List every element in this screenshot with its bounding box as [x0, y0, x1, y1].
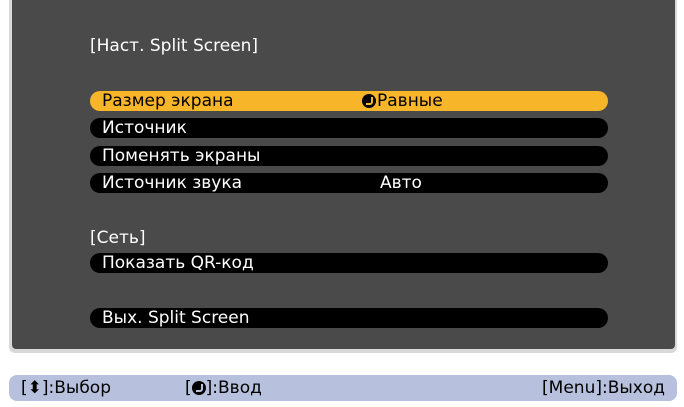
menu-item-label: Поменять экраны: [102, 146, 261, 166]
menu-item-value: Равные: [362, 91, 443, 111]
exit-split-screen-button[interactable]: Вых. Split Screen: [90, 308, 608, 328]
menu-item-label: Источник звука: [102, 173, 243, 193]
menu-item-label: Вых. Split Screen: [102, 308, 250, 328]
exit-hint: [Menu]:Выход: [542, 378, 665, 398]
status-bar: [⬍]:Выбор []:Ввод [Menu]:Выход: [9, 375, 677, 401]
enter-icon: [191, 381, 206, 395]
menu-item-audio-source[interactable]: Источник звука Авто: [90, 173, 608, 193]
menu-item-label: Показать QR-код: [102, 253, 254, 273]
menu-title: [Наст. Split Screen]: [90, 36, 259, 56]
menu-item-label: Источник: [102, 118, 187, 138]
menu-item-source[interactable]: Источник: [90, 118, 608, 138]
menu-item-screen-size[interactable]: Размер экрана Равные: [90, 91, 608, 111]
menu-item-show-qr[interactable]: Показать QR-код: [90, 253, 608, 273]
menu-item-label: Размер экрана: [102, 91, 234, 111]
menu-item-swap-screens[interactable]: Поменять экраны: [90, 146, 608, 166]
menu-item-value: Авто: [380, 173, 422, 193]
enter-hint: []:Ввод: [185, 378, 262, 398]
select-hint: [⬍]:Выбор: [21, 378, 112, 398]
updown-arrow-icon: [⬍]: [21, 378, 49, 398]
enter-icon: [362, 94, 376, 108]
network-header: [Сеть]: [90, 228, 146, 248]
